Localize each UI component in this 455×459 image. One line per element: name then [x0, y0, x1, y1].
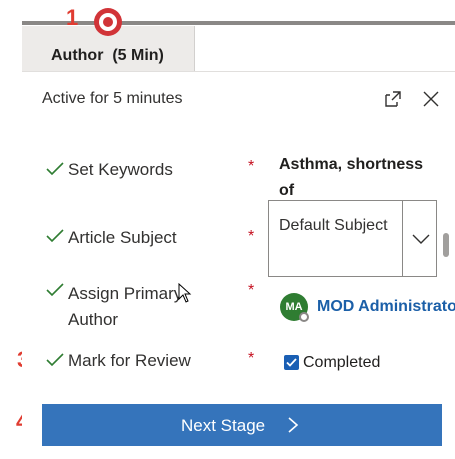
callout-number-1: 1	[66, 5, 79, 30]
article-subject-select[interactable]: Default Subject	[268, 200, 437, 277]
completed-checkbox[interactable]	[284, 355, 299, 370]
next-stage-label: Next Stage	[181, 416, 266, 435]
chevron-down-icon[interactable]	[411, 229, 431, 249]
chevron-right-icon	[288, 417, 299, 433]
required-indicator: *	[248, 228, 255, 245]
stage-marker-icon[interactable]	[94, 8, 122, 36]
article-subject-value: Default Subject	[279, 217, 388, 234]
field-label-mark-for-review: Mark for Review	[68, 351, 191, 370]
avatar-initials: MA	[285, 301, 303, 313]
keywords-scrollbar[interactable]	[443, 233, 449, 257]
checkmark-icon	[46, 283, 64, 297]
field-label-primary-author-line2: Author	[68, 310, 119, 329]
field-label-primary-author-line1: Assign Primary	[68, 284, 183, 303]
select-divider	[402, 201, 403, 276]
stage-label: Author (5 Min)	[51, 47, 164, 64]
presence-status-icon	[299, 312, 309, 322]
flyout-header: Active for 5 minutes	[42, 90, 183, 107]
stage-flyout: Active for 5 minutes Set Keywords * Asth…	[22, 71, 455, 459]
checkmark-icon	[46, 229, 64, 243]
keywords-input[interactable]: Asthma, shortness of	[279, 152, 439, 204]
popout-icon[interactable]	[382, 88, 404, 110]
primary-author-link[interactable]: MOD Administrator	[317, 298, 455, 316]
process-progress-line	[22, 21, 455, 25]
required-indicator: *	[248, 282, 255, 299]
mouse-cursor-icon	[178, 283, 192, 303]
close-icon[interactable]	[420, 88, 442, 110]
checkmark-icon	[46, 162, 64, 176]
checkbox-check-icon	[286, 358, 297, 367]
required-indicator: *	[248, 350, 255, 367]
avatar: MA	[280, 293, 309, 322]
next-stage-button[interactable]: Next Stage	[42, 404, 442, 446]
field-label-keywords: Set Keywords	[68, 160, 173, 179]
required-indicator: *	[248, 158, 255, 175]
completed-label: Completed	[303, 354, 381, 371]
field-label-article-subject: Article Subject	[68, 228, 177, 247]
checkmark-icon	[46, 353, 64, 367]
